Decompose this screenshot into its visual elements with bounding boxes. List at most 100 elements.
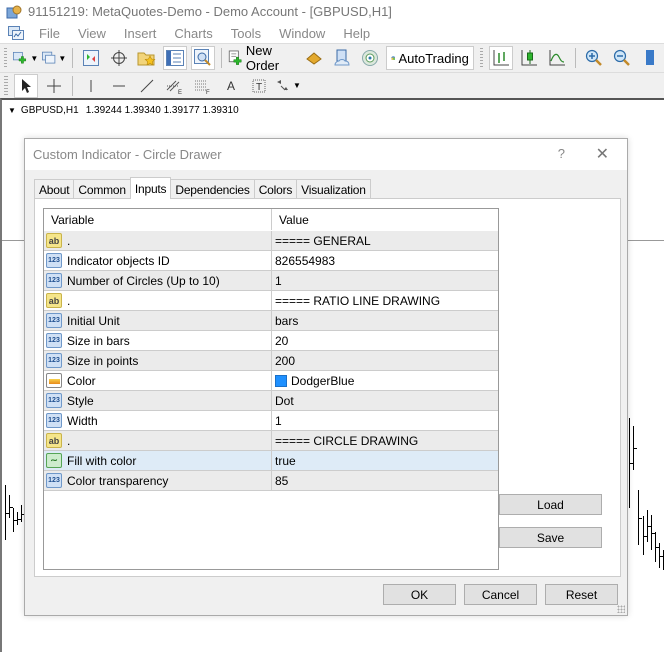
line-chart-button[interactable] <box>545 46 569 70</box>
candlestick-chart-button[interactable] <box>517 46 541 70</box>
autotrading-button[interactable]: AutoTrading <box>385 46 474 70</box>
collapse-triangle-icon[interactable]: ▼ <box>8 106 16 115</box>
tab-colors[interactable]: Colors <box>253 179 298 199</box>
table-row[interactable]: 123 Initial Unit bars <box>44 311 498 331</box>
menu-insert[interactable]: Insert <box>115 26 166 41</box>
value-cell[interactable]: ===== RATIO LINE DRAWING <box>272 291 498 310</box>
menu-window[interactable]: Window <box>270 26 334 41</box>
new-chart-button[interactable]: ▼ <box>13 46 38 70</box>
menu-help[interactable]: Help <box>334 26 379 41</box>
value-text: 826554983 <box>275 253 336 268</box>
arrows-tool[interactable]: ▼ <box>275 74 301 98</box>
tile-windows-button[interactable] <box>638 46 662 70</box>
table-row[interactable]: Color DodgerBlue <box>44 371 498 391</box>
table-row[interactable]: 123 Size in points 200 <box>44 351 498 371</box>
value-cell[interactable]: 1 <box>272 271 498 290</box>
load-button[interactable]: Load <box>499 494 602 515</box>
favorites-folder-button[interactable] <box>135 46 159 70</box>
tab-visualization[interactable]: Visualization <box>296 179 371 199</box>
table-row[interactable]: ab. ===== RATIO LINE DRAWING <box>44 291 498 311</box>
crosshair-tool[interactable] <box>42 74 66 98</box>
string-type-icon: ab <box>46 233 62 248</box>
vps-button[interactable] <box>330 46 354 70</box>
text-tool[interactable]: A <box>219 74 243 98</box>
toolbar-grip[interactable] <box>4 75 8 96</box>
fibonacci-tool[interactable]: F <box>191 74 215 98</box>
toolbar-grip[interactable] <box>479 48 484 68</box>
market-watch-button[interactable] <box>79 46 103 70</box>
inputs-grid: Variable Value ab. ===== GENERAL 123 Indica… <box>43 208 499 570</box>
value-cell[interactable]: 85 <box>272 471 498 490</box>
variable-name: Color transparency <box>67 473 169 488</box>
menu-file[interactable]: File <box>30 26 69 41</box>
value-cell[interactable]: 20 <box>272 331 498 350</box>
variable-cell: 123 Width <box>44 411 272 430</box>
help-button[interactable]: ? <box>558 146 565 161</box>
variable-name: Style <box>67 393 94 408</box>
variable-cell: ab. <box>44 431 272 450</box>
value-cell[interactable]: ===== GENERAL <box>272 231 498 250</box>
menu-charts[interactable]: Charts <box>165 26 221 41</box>
crosshair-navigator-button[interactable] <box>107 46 131 70</box>
column-header-variable[interactable]: Variable <box>44 209 272 230</box>
cancel-button[interactable]: Cancel <box>464 584 537 605</box>
value-text: bars <box>275 313 299 328</box>
profiles-button[interactable]: ▼ <box>42 46 66 70</box>
value-cell[interactable]: true <box>272 451 498 470</box>
value-cell[interactable]: bars <box>272 311 498 330</box>
metaeditor-button[interactable] <box>302 46 326 70</box>
variable-name: Size in bars <box>67 333 130 348</box>
variable-cell: 123 Style <box>44 391 272 410</box>
table-row[interactable]: 123 Size in bars 20 <box>44 331 498 351</box>
value-cell[interactable]: 1 <box>272 411 498 430</box>
variable-name: Size in points <box>67 353 139 368</box>
table-row[interactable]: 123 Width 1 <box>44 411 498 431</box>
table-row[interactable]: ∼ Fill with color true <box>44 451 498 471</box>
value-cell[interactable]: 826554983 <box>272 251 498 270</box>
tab-dependencies[interactable]: Dependencies <box>170 179 255 199</box>
variable-name: . <box>67 293 71 308</box>
value-cell[interactable]: Dot <box>272 391 498 410</box>
chart-window-icon[interactable] <box>4 21 28 45</box>
signals-button[interactable] <box>358 46 382 70</box>
table-row[interactable]: ab. ===== CIRCLE DRAWING <box>44 431 498 451</box>
close-icon[interactable]: ✕ <box>596 144 609 164</box>
reset-button[interactable]: Reset <box>545 584 618 605</box>
tab-inputs[interactable]: Inputs <box>129 177 172 199</box>
save-button[interactable]: Save <box>499 527 602 548</box>
ok-button[interactable]: OK <box>383 584 456 605</box>
value-text: ===== GENERAL <box>275 233 371 248</box>
table-row[interactable]: 123 Number of Circles (Up to 10) 1 <box>44 271 498 291</box>
table-row[interactable]: 123 Style Dot <box>44 391 498 411</box>
zoom-out-button[interactable] <box>610 46 634 70</box>
table-row[interactable]: 123 Indicator objects ID 826554983 <box>44 251 498 271</box>
value-cell[interactable]: ===== CIRCLE DRAWING <box>272 431 498 450</box>
new-order-button[interactable]: New Order <box>228 43 298 73</box>
equidistant-channel-tool[interactable]: E <box>163 74 187 98</box>
bar-chart-button[interactable] <box>489 46 514 70</box>
trendline-tool[interactable] <box>135 74 159 98</box>
menu-tools[interactable]: Tools <box>222 26 270 41</box>
new-order-label: New Order <box>245 43 280 73</box>
dialog-title: Custom Indicator - Circle Drawer <box>33 147 222 162</box>
column-header-value[interactable]: Value <box>272 209 498 230</box>
horizontal-line-tool[interactable] <box>107 74 131 98</box>
strategy-tester-toggle[interactable] <box>191 46 216 70</box>
table-row[interactable]: ab. ===== GENERAL <box>44 231 498 251</box>
data-window-toggle[interactable] <box>163 46 188 70</box>
line-studies-toolbar: E F A T ▼ <box>0 72 664 98</box>
value-cell[interactable]: 200 <box>272 351 498 370</box>
integer-type-icon: 123 <box>46 413 62 428</box>
resize-grip[interactable] <box>617 605 625 613</box>
text-label-tool[interactable]: T <box>247 74 271 98</box>
cursor-tool[interactable] <box>14 73 38 98</box>
menu-view[interactable]: View <box>69 26 115 41</box>
tab-common[interactable]: Common <box>73 179 131 199</box>
inputs-tab-panel: Variable Value ab. ===== GENERAL 123 Indica… <box>34 198 621 577</box>
tab-about[interactable]: About <box>34 179 75 199</box>
value-cell[interactable]: DodgerBlue <box>272 371 498 390</box>
table-row[interactable]: 123 Color transparency 85 <box>44 471 498 491</box>
toolbar-grip[interactable] <box>4 48 8 68</box>
zoom-in-button[interactable] <box>582 46 606 70</box>
vertical-line-tool[interactable] <box>79 74 103 98</box>
